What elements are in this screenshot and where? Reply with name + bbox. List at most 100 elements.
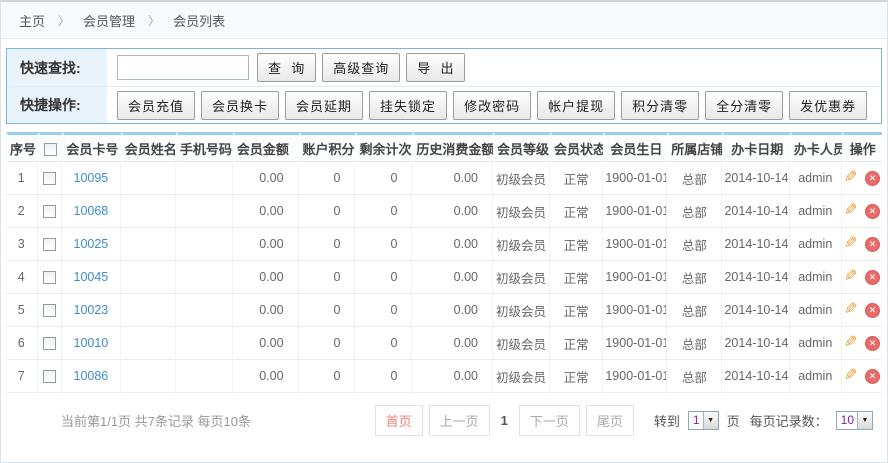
breadcrumb-item[interactable]: 主页: [19, 11, 45, 30]
cell-open_date: 2014-10-14: [722, 360, 789, 393]
edit-icon[interactable]: ✎: [844, 335, 857, 351]
cell-no: 6: [6, 327, 38, 360]
card-number-link[interactable]: 10086: [74, 369, 109, 383]
row-checkbox[interactable]: [43, 337, 56, 350]
cell-history: 0.00: [412, 360, 493, 393]
last-page-button[interactable]: 尾页: [586, 405, 634, 436]
card-number-link[interactable]: 10095: [74, 171, 109, 185]
quick-search-input[interactable]: [117, 55, 249, 80]
card-number-cell: 10010: [62, 327, 121, 360]
cell-operator: admin: [790, 162, 842, 195]
breadcrumb-item[interactable]: 会员列表: [173, 11, 225, 30]
quick-action-button[interactable]: 全分清零: [705, 91, 783, 120]
delete-icon[interactable]: ✕: [865, 171, 880, 186]
row-checkbox[interactable]: [43, 370, 56, 383]
card-number-link[interactable]: 10010: [74, 336, 109, 350]
cell-level: 初级会员: [493, 294, 550, 327]
search-action-button[interactable]: 高级查询: [322, 53, 400, 82]
edit-icon[interactable]: ✎: [844, 236, 857, 252]
next-page-button[interactable]: 下一页: [519, 405, 580, 436]
col-header-birthday: 会员生日: [603, 132, 667, 162]
col-header-store: 所属店铺: [667, 132, 722, 162]
cell-points: 0: [299, 228, 356, 261]
cell-open_date: 2014-10-14: [722, 294, 789, 327]
card-number-link[interactable]: 10045: [74, 270, 109, 284]
row-checkbox-cell: [38, 195, 63, 228]
cell-amount: 0.00: [233, 162, 299, 195]
delete-icon[interactable]: ✕: [865, 303, 880, 318]
search-action-button[interactable]: 查 询: [257, 53, 316, 82]
goto-suffix: 页: [727, 411, 740, 430]
cell-operator: admin: [790, 228, 842, 261]
pagesize-select[interactable]: 10 ▼: [836, 411, 873, 430]
row-checkbox[interactable]: [43, 271, 56, 284]
row-checkbox[interactable]: [43, 205, 56, 218]
delete-icon[interactable]: ✕: [865, 204, 880, 219]
quick-action-button[interactable]: 帐户提现: [537, 91, 615, 120]
chevron-down-icon: ▼: [703, 412, 718, 429]
quick-action-button[interactable]: 会员延期: [285, 91, 363, 120]
cell-times: 0: [355, 261, 412, 294]
cell-status: 正常: [550, 294, 603, 327]
delete-icon[interactable]: ✕: [865, 369, 880, 384]
row-checkbox[interactable]: [43, 238, 56, 251]
col-header-checkbox: [38, 132, 63, 162]
cell-level: 初级会员: [493, 195, 550, 228]
cell-name: [121, 327, 176, 360]
cell-open_date: 2014-10-14: [722, 261, 789, 294]
cell-phone: [176, 195, 233, 228]
row-checkbox[interactable]: [43, 304, 56, 317]
quick-search-row: 快速查找: 查 询高级查询导 出: [7, 49, 881, 86]
quick-action-button[interactable]: 挂失锁定: [369, 91, 447, 120]
cell-operator: admin: [790, 360, 842, 393]
chevron-down-icon: ▼: [857, 412, 872, 429]
cell-open_date: 2014-10-14: [722, 228, 789, 261]
cell-level: 初级会员: [493, 360, 550, 393]
cell-times: 0: [355, 195, 412, 228]
cell-amount: 0.00: [233, 228, 299, 261]
row-checkbox[interactable]: [43, 172, 56, 185]
col-header-open_date: 办卡日期: [722, 132, 789, 162]
card-number-link[interactable]: 10068: [74, 204, 109, 218]
delete-icon[interactable]: ✕: [865, 237, 880, 252]
delete-icon[interactable]: ✕: [865, 336, 880, 351]
quick-action-button[interactable]: 积分清零: [621, 91, 699, 120]
quick-action-button[interactable]: 修改密码: [453, 91, 531, 120]
quick-action-button[interactable]: 会员换卡: [201, 91, 279, 120]
cell-level: 初级会员: [493, 162, 550, 195]
card-number-link[interactable]: 10023: [74, 303, 109, 317]
card-number-cell: 10095: [62, 162, 121, 195]
cell-no: 4: [6, 261, 38, 294]
first-page-button[interactable]: 首页: [375, 405, 423, 436]
quick-action-button[interactable]: 会员充值: [117, 91, 195, 120]
cell-operator: admin: [790, 294, 842, 327]
cell-store: 总部: [667, 360, 722, 393]
cell-open_date: 2014-10-14: [722, 195, 789, 228]
breadcrumb-item[interactable]: 会员管理: [83, 11, 135, 30]
edit-icon[interactable]: ✎: [844, 269, 857, 285]
member-table-wrap: 序号会员卡号会员姓名手机号码会员金额账户积分剩余计次历史消费金额会员等级会员状态…: [6, 132, 882, 393]
cell-level: 初级会员: [493, 327, 550, 360]
row-checkbox-cell: [38, 162, 63, 195]
edit-icon[interactable]: ✎: [844, 368, 857, 384]
cell-amount: 0.00: [233, 195, 299, 228]
edit-icon[interactable]: ✎: [844, 302, 857, 318]
cell-name: [121, 360, 176, 393]
member-list-page: 主页〉会员管理〉会员列表 快速查找: 查 询高级查询导 出 快捷操作: 会员充值…: [0, 0, 888, 463]
cell-points: 0: [299, 294, 356, 327]
edit-icon[interactable]: ✎: [844, 170, 857, 186]
delete-icon[interactable]: ✕: [865, 270, 880, 285]
table-row: 7100860.00000.00初级会员正常1900-01-01总部2014-1…: [6, 360, 882, 393]
select-all-checkbox[interactable]: [44, 143, 57, 156]
quick-action-button[interactable]: 发优惠券: [789, 91, 867, 120]
prev-page-button[interactable]: 上一页: [429, 405, 490, 436]
goto-page-select[interactable]: 1 ▼: [688, 411, 719, 430]
search-action-button[interactable]: 导 出: [406, 53, 465, 82]
cell-open_date: 2014-10-14: [722, 327, 789, 360]
card-number-link[interactable]: 10025: [74, 237, 109, 251]
operations-cell: ✎✕: [842, 261, 882, 294]
cell-store: 总部: [667, 162, 722, 195]
cell-history: 0.00: [412, 195, 493, 228]
edit-icon[interactable]: ✎: [844, 203, 857, 219]
cell-no: 3: [6, 228, 38, 261]
